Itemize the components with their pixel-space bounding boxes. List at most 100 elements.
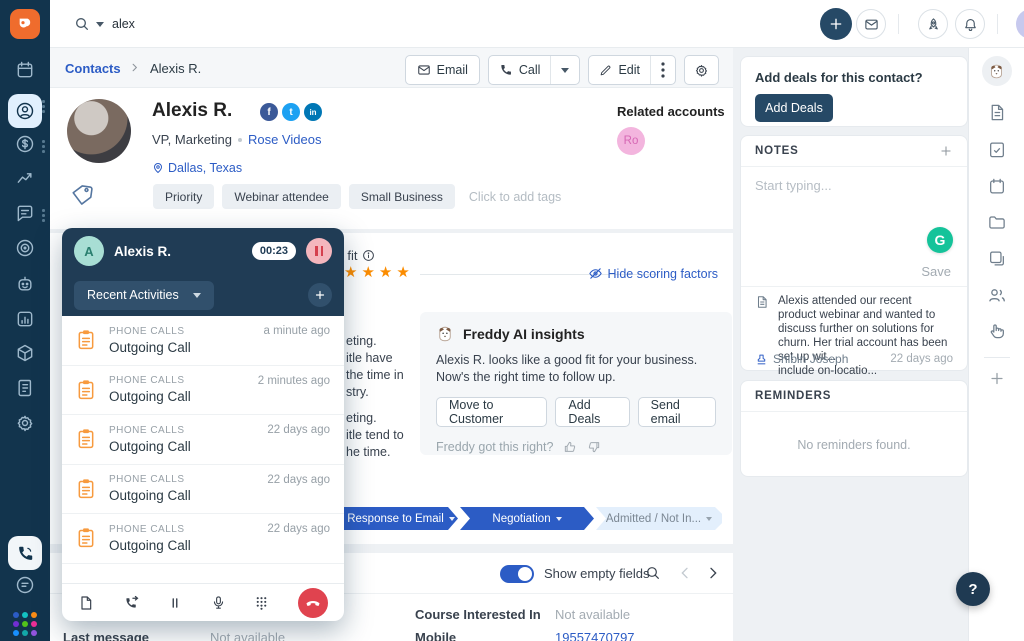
contact-company-link[interactable]: Rose Videos [248, 132, 321, 147]
search-scope-dropdown-icon[interactable] [96, 22, 104, 27]
contacts-kebab-icon[interactable] [42, 105, 46, 108]
sidebar-item-settings[interactable] [15, 413, 35, 433]
grammarly-icon[interactable]: G [927, 227, 953, 253]
sidebar-item-calendar[interactable] [15, 60, 35, 80]
related-account-avatar[interactable]: Ro [617, 127, 645, 155]
tag-pill[interactable]: Webinar attendee [222, 184, 341, 209]
sidebar-item-campaigns[interactable] [15, 238, 35, 258]
save-note-button[interactable]: Save [921, 264, 951, 279]
transfer-call-icon[interactable] [123, 594, 140, 611]
last-message-label: Last message [63, 630, 149, 641]
call-timer: 00:23 [251, 242, 296, 260]
sidebar-item-reports[interactable] [15, 309, 35, 329]
add-deals-button[interactable]: Add Deals [755, 94, 833, 122]
call-header: A Alexis R. 00:23 [62, 228, 344, 274]
contact-job-title: VP, Marketing [152, 132, 232, 147]
show-empty-fields-toggle[interactable] [500, 565, 534, 583]
mute-mic-icon[interactable] [211, 595, 226, 610]
info-icon[interactable] [362, 249, 375, 262]
add-tags-placeholder[interactable]: Click to add tags [469, 190, 561, 204]
thumbs-down-icon[interactable] [587, 440, 601, 454]
send-email-button[interactable]: Send email [637, 397, 716, 427]
sidebar-item-deals[interactable] [15, 134, 35, 154]
sidebar-item-analytics[interactable] [15, 168, 35, 188]
email-button[interactable]: Email [404, 55, 480, 85]
recent-activities-dropdown[interactable]: Recent Activities [74, 280, 214, 310]
hide-scoring-factors-link[interactable]: Hide scoring factors [588, 266, 718, 281]
note-input[interactable]: Start typing... [741, 167, 967, 204]
call-activity-row[interactable]: PHONE CALLS Outgoing Call 22 days ago [62, 465, 344, 514]
notifications-button[interactable] [955, 9, 985, 39]
freddy-tab-icon[interactable] [981, 56, 1012, 86]
freshworks-logo[interactable] [10, 9, 40, 39]
sidebar-item-conversations[interactable] [15, 203, 35, 223]
sidebar-item-documents[interactable] [15, 378, 35, 398]
notes-tab-icon[interactable] [987, 103, 1006, 122]
sidebar-item-phone[interactable] [8, 536, 42, 570]
more-actions-button[interactable] [651, 56, 675, 84]
search-fields-icon[interactable] [645, 565, 661, 581]
call-activity-row[interactable]: PHONE CALLS Outgoing Call 22 days ago [62, 514, 344, 564]
add-note-icon[interactable] [939, 144, 953, 158]
pause-icon[interactable] [168, 596, 182, 610]
call-button[interactable]: Call [489, 56, 551, 84]
sidebar-item-chat[interactable] [15, 575, 35, 595]
files-tab-icon[interactable] [987, 213, 1006, 232]
dialpad-icon[interactable] [254, 595, 269, 610]
tag-pill[interactable]: Priority [153, 184, 215, 209]
pipeline-stage-negotiation[interactable]: Negotiation [460, 507, 594, 530]
move-to-customer-button[interactable]: Move to Customer [436, 397, 548, 427]
breadcrumb-contacts-link[interactable]: Contacts [65, 61, 121, 76]
deals-kebab-icon[interactable] [42, 145, 46, 148]
mobile-value-link[interactable]: 19557470797 [555, 630, 635, 641]
add-activity-button[interactable] [308, 283, 332, 307]
add-tab-icon[interactable] [988, 370, 1005, 387]
search-icon[interactable] [74, 16, 90, 32]
facebook-icon[interactable]: f [260, 103, 278, 121]
tasks-tab-icon[interactable] [987, 140, 1006, 159]
user-avatar[interactable]: S [1016, 9, 1024, 39]
contact-subtitle: VP, Marketing Rose Videos [152, 132, 321, 147]
note-author: Shibin Joseph [773, 352, 849, 366]
conversations-kebab-icon[interactable] [42, 214, 46, 217]
note-author-row: Shibin Joseph 22 days ago [755, 352, 953, 366]
quick-add-button[interactable] [820, 8, 852, 40]
duplicates-tab-icon[interactable] [987, 249, 1006, 268]
page-settings-button[interactable] [684, 55, 719, 85]
email-inbox-button[interactable] [856, 9, 886, 39]
prev-page-icon[interactable] [677, 565, 693, 581]
phone-call-note-icon [76, 478, 96, 500]
whats-new-button[interactable] [918, 9, 948, 39]
sidebar-item-products[interactable] [15, 343, 35, 363]
help-button[interactable]: ? [956, 572, 990, 606]
contact-location[interactable]: Dallas, Texas [152, 161, 242, 175]
sidebar-item-bots[interactable] [15, 274, 35, 294]
call-notes-icon[interactable] [78, 595, 94, 611]
next-page-icon[interactable] [705, 565, 721, 581]
sales-pipeline: Response to Email Negotiation Admitted /… [344, 507, 724, 530]
edit-button[interactable]: Edit [589, 56, 650, 84]
tag-pill[interactable]: Small Business [348, 184, 455, 209]
linkedin-icon[interactable]: in [304, 103, 322, 121]
participants-tab-icon[interactable] [987, 285, 1007, 305]
call-activity-row[interactable]: PHONE CALLS Outgoing Call 2 minutes ago [62, 366, 344, 415]
add-deals-button[interactable]: Add Deals [555, 397, 630, 427]
sidebar-item-contacts[interactable] [8, 94, 42, 128]
appointments-tab-icon[interactable] [987, 177, 1006, 196]
contact-photo[interactable] [67, 99, 131, 163]
end-call-button[interactable] [297, 587, 328, 618]
freddy-ai-insights-panel: Freddy AI insights Alexis R. looks like … [420, 312, 732, 455]
phone-call-note-icon [76, 379, 96, 401]
call-activity-row[interactable]: PHONE CALLS Outgoing Call 22 days ago [62, 415, 344, 465]
pipeline-stage-response-to-email[interactable]: Response to Email [344, 507, 458, 530]
twitter-icon[interactable]: t [282, 103, 300, 121]
search-input[interactable]: alex [112, 17, 135, 31]
thumbs-up-icon[interactable] [563, 440, 577, 454]
call-dropdown-button[interactable] [551, 56, 579, 84]
connections-tab-icon[interactable] [987, 321, 1006, 340]
edit-icon [599, 64, 612, 77]
call-activity-row[interactable]: PHONE CALLS Outgoing Call a minute ago [62, 316, 344, 366]
apps-grid-icon[interactable] [13, 612, 37, 636]
pipeline-stage-admitted[interactable]: Admitted / Not In... [596, 507, 722, 530]
hold-call-button[interactable] [306, 238, 332, 264]
